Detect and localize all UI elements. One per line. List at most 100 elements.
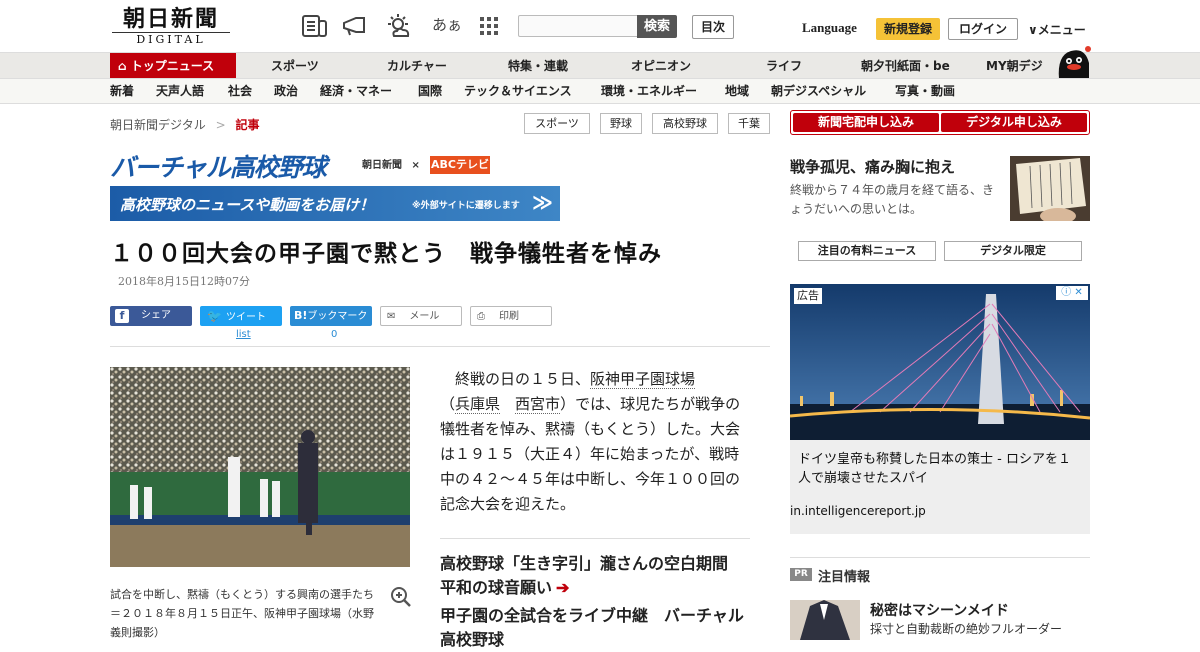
main-nav: ⌂ トップニュース スポーツ カルチャー 特集・連載 オピニオン ライフ 朝夕刊… [0, 46, 1200, 79]
suit-photo [790, 600, 860, 640]
index-button[interactable]: 目次 [692, 15, 734, 39]
font-size-icon[interactable]: あぁ [432, 14, 462, 35]
ad-text[interactable]: ドイツ皇帝も称賛した日本の策士 - ロシアを１人で崩壊させたスパイ [798, 450, 1082, 488]
search-button[interactable]: 検索 [637, 15, 677, 38]
grid-icon[interactable] [478, 14, 504, 38]
newspaper-subscribe-button[interactable]: 新聞宅配申し込み [793, 113, 939, 132]
link-hyogo[interactable]: 兵庫県 [455, 395, 501, 414]
nav-top-news[interactable]: ⌂ トップニュース [110, 53, 236, 79]
nav2-item-latest[interactable]: 新着 [110, 79, 134, 103]
tab-digital-only[interactable]: デジタル限定 [944, 241, 1082, 261]
print-button[interactable]: ⎙ 印刷 [470, 306, 552, 326]
menu-button[interactable]: ∨メニュー [1028, 21, 1086, 38]
zoom-icon[interactable] [390, 586, 412, 608]
partner-asahi: 朝日新聞 × [362, 156, 420, 171]
nav-item-my-asadigi[interactable]: MY朝デジ [986, 53, 1043, 79]
tag-chiba[interactable]: 千葉 [728, 113, 770, 134]
nav2-item-politics[interactable]: 政治 [274, 79, 298, 103]
newspaper-icon[interactable] [302, 14, 328, 38]
nav-top-news-label: トップニュース [130, 59, 215, 73]
partner-times: × [411, 160, 420, 171]
double-arrow-icon: ≫ [532, 190, 553, 214]
divider [790, 557, 1090, 558]
letter-photo [1010, 156, 1090, 221]
body-paren: （ [440, 395, 456, 413]
pr-thumbnail[interactable] [790, 600, 860, 640]
ad-image [790, 284, 1090, 440]
breadcrumb-current: 記事 [235, 118, 260, 132]
home-icon: ⌂ [118, 59, 127, 73]
banner-note: ※外部サイトに遷移します [412, 201, 520, 211]
weather-icon[interactable] [386, 14, 412, 38]
ad-url[interactable]: in.intelligencereport.jp [790, 504, 926, 518]
feature-title[interactable]: 戦争孤児、痛み胸に抱え [790, 156, 955, 177]
nav2-item-special[interactable]: 朝デジスペシャル [771, 79, 866, 103]
nav-item-culture[interactable]: カルチャー [387, 53, 447, 79]
site-logo[interactable]: 朝日新聞 DIGITAL [112, 6, 230, 48]
nav2-item-society[interactable]: 社会 [228, 79, 252, 103]
logo-en: DIGITAL [112, 32, 230, 47]
divider [110, 346, 770, 347]
facebook-share-button[interactable]: f シェア [110, 306, 192, 326]
nav2-item-regional[interactable]: 地域 [725, 79, 749, 103]
related-article-2[interactable]: 甲子園の全試合をライブ中継 バーチャル高校野球 [440, 604, 750, 652]
nav2-item-environment[interactable]: 環境・エネルギー [601, 79, 697, 103]
hatena-bookmark-button[interactable]: B!ブックマーク [290, 306, 372, 326]
nav2-item-tech[interactable]: テック＆サイエンス [464, 79, 572, 103]
nav2-item-tenseijingo[interactable]: 天声人語 [156, 79, 204, 103]
nav-item-sports[interactable]: スポーツ [271, 53, 319, 79]
partner-abc-logo: ABCテレビ [430, 156, 490, 174]
divider [440, 538, 750, 539]
article-photo[interactable] [110, 367, 410, 567]
pr-headline[interactable]: 秘密はマシーンメイド [870, 600, 1009, 620]
register-button[interactable]: 新規登録 [876, 18, 940, 40]
site-header: 朝日新聞 DIGITAL あぁ 検索 目次 Language 新規登録 ログイン… [0, 0, 1200, 52]
advertisement[interactable]: 広告 ⓘ ✕ ドイツ皇帝も称賛した日本の策士 - ロシアを１人で崩壊させたスパイ… [790, 284, 1090, 534]
nav2-item-international[interactable]: 国際 [418, 79, 442, 103]
mascot-icon[interactable] [1055, 45, 1093, 79]
link-nishinomiya[interactable]: 西宮市 [515, 395, 561, 414]
logo-jp: 朝日新聞 [122, 6, 219, 32]
mail-label: メール [409, 311, 440, 322]
nav-item-life[interactable]: ライフ [766, 53, 802, 79]
virtual-koshien-logo[interactable]: バーチャル高校野球 [110, 148, 327, 184]
facebook-icon: f [115, 309, 129, 323]
nav-item-features[interactable]: 特集・連載 [508, 53, 568, 79]
breadcrumb-home[interactable]: 朝日新聞デジタル [110, 118, 206, 132]
tag-baseball[interactable]: 野球 [600, 113, 642, 134]
tag-sports[interactable]: スポーツ [524, 113, 590, 134]
nav-item-paper[interactable]: 朝夕刊紙面・be [861, 53, 950, 79]
pr-section-title: 注目情報 [818, 570, 871, 585]
feature-image[interactable] [1010, 156, 1090, 221]
body-space [500, 395, 515, 413]
language-link[interactable]: Language [802, 20, 857, 36]
nav2-item-photo-video[interactable]: 写真・動画 [895, 79, 955, 103]
twitter-icon: 🐦 [207, 309, 222, 323]
print-label: 印刷 [499, 311, 519, 322]
twitter-list-link[interactable]: list [236, 329, 251, 340]
hatena-count[interactable]: 0 [331, 329, 337, 340]
arrow-right-icon: ➔ [556, 578, 570, 597]
tag-hs-baseball[interactable]: 高校野球 [652, 113, 718, 134]
partner-asahi-label: 朝日新聞 [362, 160, 402, 171]
megaphone-icon[interactable] [342, 14, 368, 38]
related-article-1[interactable]: 高校野球「生き字引」瀧さんの空白期間 平和の球音願い ➔ [440, 552, 750, 600]
nav-item-opinion[interactable]: オピニオン [631, 53, 691, 79]
photo-caption: 試合を中断し、黙禱（もくとう）する興南の選手たち＝２０１８年８月１５日正午、阪神… [110, 588, 374, 639]
mail-button[interactable]: ✉ メール [380, 306, 462, 326]
banner-text: 高校野球のニュースや動画をお届け！ [120, 196, 375, 214]
nav2-item-economy[interactable]: 経済・マネー [320, 79, 392, 103]
virtual-koshien-banner[interactable]: 高校野球のニュースや動画をお届け！ ※外部サイトに遷移します ≫ [110, 186, 560, 221]
login-button[interactable]: ログイン [948, 18, 1018, 40]
article-body: 終戦の日の１５日、阪神甲子園球場 （兵庫県 西宮市）では、球児たちが戦争の犠牲者を… [440, 367, 750, 517]
chevron-down-icon: ∨ [1028, 23, 1038, 37]
link-koshien-stadium[interactable]: 阪神甲子園球場 [590, 370, 696, 389]
digital-subscribe-button[interactable]: デジタル申し込み [941, 113, 1087, 132]
tab-premium-news[interactable]: 注目の有料ニュース [798, 241, 936, 261]
twitter-share-button[interactable]: 🐦 ツイート [200, 306, 282, 326]
breadcrumb: 朝日新聞デジタル > 記事 [110, 116, 260, 133]
ad-choices-icon[interactable]: ⓘ ✕ [1056, 286, 1088, 300]
feature-text: 終戦から７４年の歳月を経て語る、きょうだいへの思いとは。 [790, 183, 995, 216]
pr-badge: PR [790, 568, 812, 581]
search-input[interactable] [518, 15, 638, 37]
